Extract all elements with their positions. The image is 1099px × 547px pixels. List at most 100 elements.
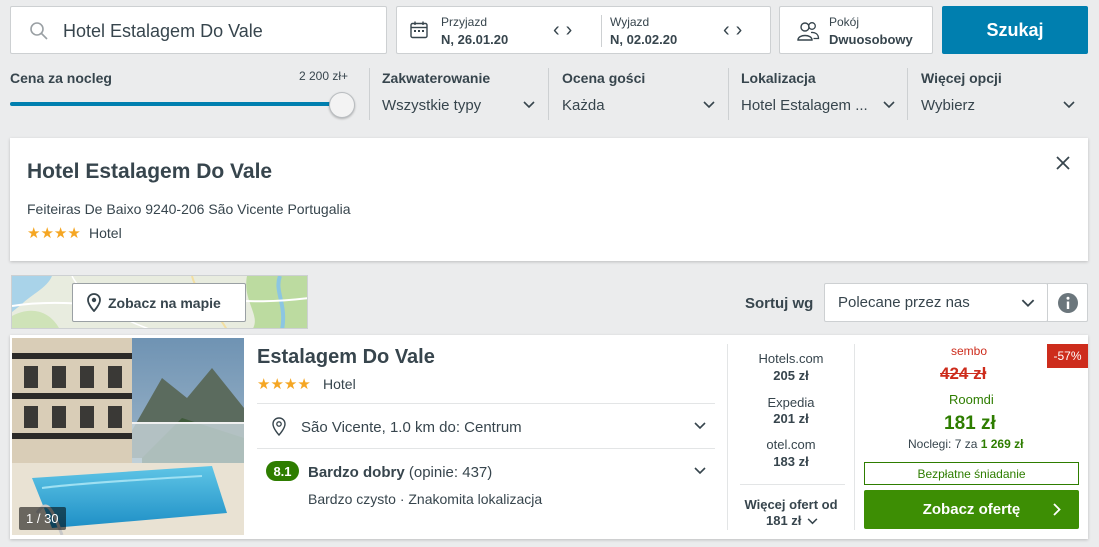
star-icon: ★ xyxy=(27,225,41,242)
hotel-photo-illustration xyxy=(12,338,244,535)
sort-info-button[interactable] xyxy=(1047,283,1088,322)
room-value: Dwuosobowy xyxy=(829,32,913,47)
view-offer-button[interactable]: Zobacz ofertę xyxy=(864,490,1079,529)
filter-divider xyxy=(369,68,370,120)
ota-name[interactable]: otel.com xyxy=(736,437,846,452)
room-label: Pokój xyxy=(829,15,860,29)
ota-name[interactable]: Hotels.com xyxy=(736,351,846,366)
free-breakfast-badge: Bezpłatne śniadanie xyxy=(864,462,1079,485)
checkin-label: Przyjazd xyxy=(441,15,488,29)
more-offers-price: 181 zł xyxy=(766,513,802,528)
checkout-prev-next-icons[interactable]: ‹› xyxy=(723,19,748,42)
hotel-info-name: Hotel Estalagem Do Vale xyxy=(27,160,273,183)
price-filter-max: 2 200 zł+ xyxy=(299,69,349,83)
filter-divider xyxy=(728,68,729,120)
chevron-down-icon xyxy=(1021,299,1035,308)
nights-label: Noclegi: 7 za xyxy=(908,437,978,451)
price-filter-title: Cena za nocleg xyxy=(10,70,112,86)
filter-divider xyxy=(548,68,549,120)
chevron-down-icon[interactable] xyxy=(1063,101,1075,109)
old-price-provider: sembo xyxy=(951,344,988,358)
chevron-down-icon[interactable] xyxy=(703,101,715,109)
chevron-down-icon[interactable] xyxy=(523,101,535,109)
ota-divider xyxy=(727,344,728,530)
chevron-down-icon[interactable] xyxy=(883,101,895,109)
rating-text: Bardzo dobry xyxy=(308,464,405,481)
sort-label: Sortuj wg xyxy=(745,295,814,312)
result-location[interactable]: São Vicente, 1.0 km do: Centrum xyxy=(301,419,522,436)
more-offers-label[interactable]: Więcej ofert od xyxy=(736,497,846,512)
nights-total: 1 269 zł xyxy=(980,437,1024,451)
room-selector[interactable]: Pokój Dwuosobowy xyxy=(779,6,933,54)
ota-divider xyxy=(740,484,845,485)
rating-highlights: Bardzo czysto · Znakomita lokalizacja xyxy=(308,491,543,507)
chevron-down-icon[interactable] xyxy=(694,422,706,430)
guests-icon xyxy=(797,22,820,41)
hotel-info-type: Hotel xyxy=(89,225,122,241)
price-slider-handle[interactable] xyxy=(329,92,355,118)
more-filter-title: Więcej opcji xyxy=(921,70,1002,86)
view-offer-label: Zobacz ofertę xyxy=(922,501,1021,518)
chevron-down-icon[interactable] xyxy=(694,467,706,475)
hotel-photo[interactable]: 1 / 30 xyxy=(12,338,244,535)
discount-badge: -57% xyxy=(1047,344,1088,368)
chevron-right-icon xyxy=(1053,503,1061,516)
checkin-value[interactable]: N, 26.01.20 xyxy=(441,32,508,47)
result-stars: ★★★★ xyxy=(257,376,311,394)
rating-filter-title: Ocena gości xyxy=(562,70,646,86)
rating-score-badge: 8.1 xyxy=(266,461,299,481)
rating-reviews: (opinie: 437) xyxy=(408,464,493,481)
map-pin-icon xyxy=(87,293,101,312)
filter-divider xyxy=(907,68,908,120)
ota-price[interactable]: 201 zł xyxy=(736,411,846,426)
price-slider-track[interactable] xyxy=(10,102,344,106)
result-hotel-name[interactable]: Estalagem Do Vale xyxy=(257,346,435,369)
sort-select[interactable]: Polecane przez nas xyxy=(824,283,1048,322)
accommodation-filter-value[interactable]: Wszystkie typy xyxy=(382,97,481,114)
photo-counter: 1 / 30 xyxy=(19,507,66,530)
ota-price[interactable]: 183 zł xyxy=(736,454,846,469)
star-icon: ★ xyxy=(257,376,271,393)
location-filter-title: Lokalizacja xyxy=(741,70,816,86)
rating-filter-value[interactable]: Każda xyxy=(562,97,605,114)
more-filter-value[interactable]: Wybierz xyxy=(921,97,975,114)
location-filter-value[interactable]: Hotel Estalagem ... xyxy=(741,97,868,114)
star-icon: ★ xyxy=(67,225,81,242)
checkout-label: Wyjazd xyxy=(610,15,650,29)
star-icon: ★ xyxy=(297,376,311,393)
nights-summary: Noclegi: 7 za 1 269 zł xyxy=(908,437,1023,451)
old-price: 424 zł xyxy=(940,364,987,383)
checkin-prev-next-icons[interactable]: ‹› xyxy=(553,19,578,42)
ota-price[interactable]: 205 zł xyxy=(736,368,846,383)
sort-value: Polecane przez nas xyxy=(838,294,970,311)
checkout-value[interactable]: N, 02.02.20 xyxy=(610,32,677,47)
date-picker[interactable]: Przyjazd N, 26.01.20 ‹› Wyjazd N, 02.02.… xyxy=(396,6,771,54)
deal-divider xyxy=(854,344,855,530)
hotel-info-card: Hotel Estalagem Do Vale Feiteiras De Bai… xyxy=(10,138,1088,261)
accommodation-filter-title: Zakwaterowanie xyxy=(382,70,491,86)
rating-summary[interactable]: Bardzo dobry (opinie: 437) xyxy=(308,464,492,481)
calendar-icon xyxy=(410,21,428,39)
chevron-down-icon xyxy=(807,518,818,525)
star-icon: ★ xyxy=(53,225,68,242)
result-divider xyxy=(257,448,715,449)
star-icon: ★ xyxy=(270,376,284,393)
search-button[interactable]: Szukaj xyxy=(942,6,1088,54)
search-icon xyxy=(30,22,48,40)
dates-divider xyxy=(601,15,602,47)
show-on-map-button[interactable]: Zobacz na mapie xyxy=(72,283,246,322)
hotel-info-address: Feiteiras De Baixo 9240-206 São Vicente … xyxy=(27,201,351,217)
hotel-info-stars: ★★★★ xyxy=(27,225,81,243)
destination-input[interactable]: Hotel Estalagem Do Vale xyxy=(63,21,263,42)
deal-provider[interactable]: Roomdi xyxy=(949,392,994,407)
show-on-map-label: Zobacz na mapie xyxy=(108,294,221,311)
ota-name[interactable]: Expedia xyxy=(736,395,846,410)
location-pin-icon xyxy=(272,417,286,436)
destination-search[interactable]: Hotel Estalagem Do Vale xyxy=(10,6,387,54)
result-divider xyxy=(257,403,715,404)
hotel-result-card[interactable]: 1 / 30 Estalagem Do Vale ★★★★ Hotel São … xyxy=(10,335,1088,539)
star-icon: ★ xyxy=(283,376,298,393)
close-icon[interactable] xyxy=(1056,156,1070,170)
deal-price[interactable]: 181 zł xyxy=(944,413,996,435)
more-offers[interactable]: 181 zł xyxy=(766,513,818,528)
